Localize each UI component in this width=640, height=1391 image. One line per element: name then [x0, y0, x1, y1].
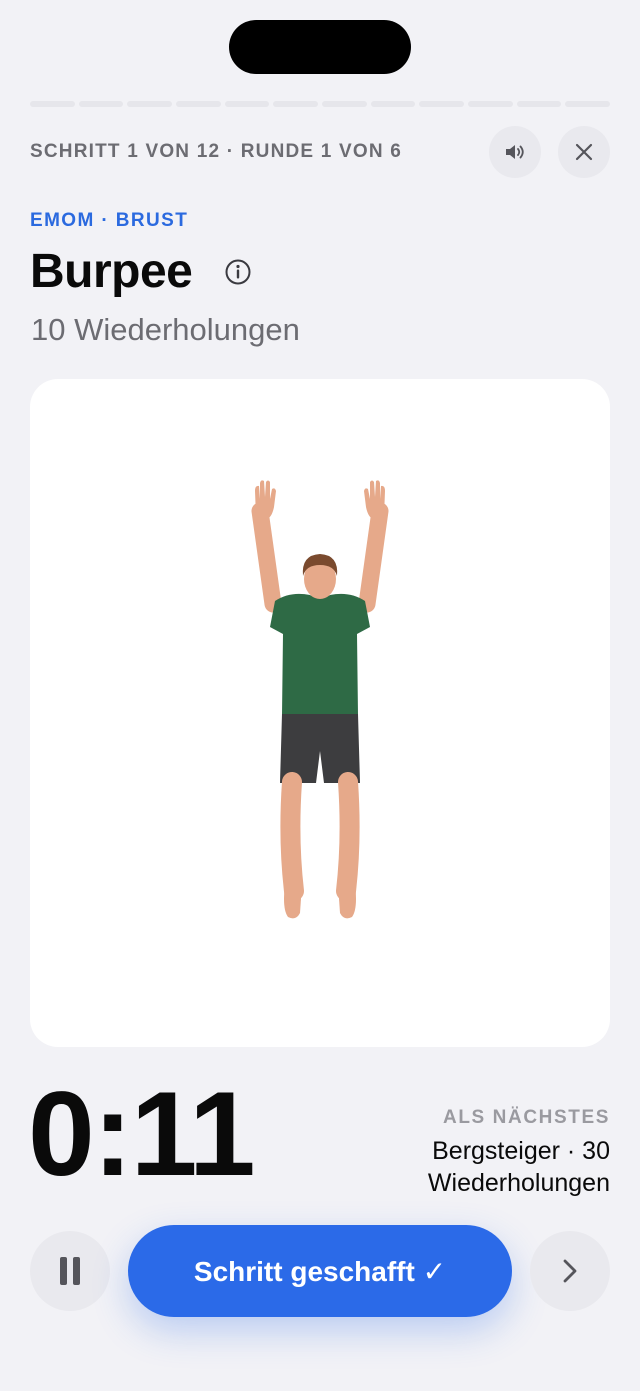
progress-segment: [419, 101, 465, 107]
progress-segment: [273, 101, 319, 107]
progress-segment: [468, 101, 513, 107]
exercise-figure-image: [251, 480, 389, 919]
chevron-right-icon: [563, 1259, 577, 1283]
progress-segment: [30, 101, 75, 107]
next-exercise-info: ALS NÄCHSTES Bergsteiger · 30 Wiederholu…: [370, 1107, 610, 1199]
exercise-timer: 0:11: [28, 1067, 256, 1201]
progress-segment: [516, 101, 562, 107]
pause-button[interactable]: [30, 1231, 110, 1311]
pause-icon: [60, 1257, 80, 1285]
progress-segment: [370, 101, 416, 107]
info-icon[interactable]: [224, 258, 252, 286]
title-row: Burpee: [30, 244, 252, 299]
skip-button[interactable]: [530, 1231, 610, 1311]
progress-segment: [322, 101, 367, 107]
dynamic-island: [229, 20, 411, 74]
step-counter: SCHRITT 1 VON 12 · RUNDE 1 VON 6: [30, 141, 403, 162]
speaker-icon: [506, 145, 524, 159]
close-icon: [575, 143, 593, 161]
next-exercise-value: Bergsteiger · 30 Wiederholungen: [427, 1137, 610, 1197]
exercise-category: EMOM · BRUST: [30, 210, 189, 231]
close-button[interactable]: [558, 126, 610, 178]
step-progress-bar: [30, 101, 611, 107]
progress-segment: [224, 101, 270, 107]
progress-segment: [127, 101, 173, 107]
progress-segment: [565, 101, 611, 107]
progress-segment: [176, 101, 221, 107]
exercise-illustration-card: [30, 379, 610, 1047]
next-exercise-label: ALS NÄCHSTES: [443, 1107, 610, 1128]
progress-segment: [78, 101, 124, 107]
sound-button[interactable]: [489, 126, 541, 178]
exercise-reps: 10 Wiederholungen: [31, 312, 300, 347]
step-done-button[interactable]: Schritt geschafft ✓: [128, 1225, 512, 1317]
exercise-title: Burpee: [30, 245, 193, 298]
